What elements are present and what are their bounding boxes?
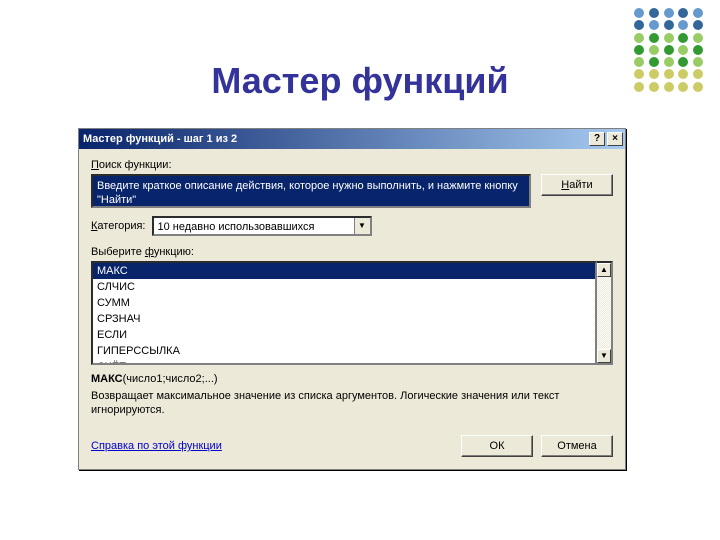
function-listbox[interactable]: МАКС СЛЧИС СУММ СРЗНАЧ ЕСЛИ ГИПЕРССЫЛКА …	[91, 261, 597, 365]
scroll-up-icon[interactable]: ▲	[597, 263, 611, 277]
category-combo[interactable]: 10 недавно использовавшихся ▼	[152, 216, 372, 236]
chevron-down-icon[interactable]: ▼	[354, 218, 370, 234]
function-description: Возвращает максимальное значение из спис…	[91, 389, 613, 417]
slide-title: Мастер функций	[0, 60, 720, 102]
category-value: 10 недавно использовавшихся	[154, 218, 354, 234]
list-item[interactable]: СУММ	[93, 295, 595, 311]
function-wizard-dialog: Мастер функций - шаг 1 из 2 ? × Поиск фу…	[78, 128, 626, 470]
titlebar[interactable]: Мастер функций - шаг 1 из 2 ? ×	[79, 129, 625, 149]
search-input[interactable]: Введите краткое описание действия, котор…	[91, 174, 531, 208]
list-item[interactable]: СЛЧИС	[93, 279, 595, 295]
dialog-title: Мастер функций - шаг 1 из 2	[83, 133, 237, 145]
search-label: Поиск функции:	[91, 159, 613, 171]
select-function-label: Выберите функцию:	[91, 246, 613, 258]
category-label: Категория:	[91, 220, 146, 232]
close-icon[interactable]: ×	[607, 132, 623, 146]
decorative-dots	[630, 0, 710, 100]
list-item[interactable]: ГИПЕРССЫЛКА	[93, 343, 595, 359]
scrollbar[interactable]: ▲ ▼	[597, 261, 613, 365]
function-syntax: МАКС(число1;число2;...)	[91, 373, 613, 385]
scroll-track[interactable]	[597, 277, 611, 349]
help-link[interactable]: Справка по этой функции	[91, 440, 222, 452]
scroll-down-icon[interactable]: ▼	[597, 349, 611, 363]
cancel-button[interactable]: Отмена	[541, 435, 613, 457]
list-item[interactable]: МАКС	[93, 263, 595, 279]
list-item[interactable]: ЕСЛИ	[93, 327, 595, 343]
ok-button[interactable]: ОК	[461, 435, 533, 457]
list-item[interactable]: СРЗНАЧ	[93, 311, 595, 327]
help-icon[interactable]: ?	[589, 132, 605, 146]
list-item[interactable]: СЧЁТ	[93, 359, 595, 365]
find-button[interactable]: Найти	[541, 174, 613, 196]
